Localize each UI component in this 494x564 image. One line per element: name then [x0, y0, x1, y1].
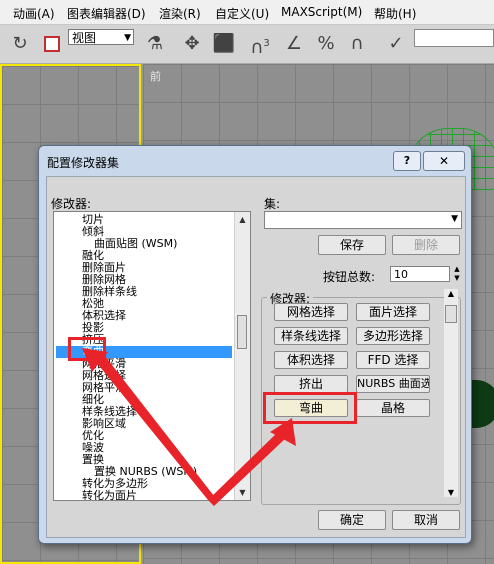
annotation-arrows — [82, 348, 296, 506]
annotation-arrow-left — [96, 356, 214, 500]
annotation-arrow-right — [208, 430, 287, 506]
